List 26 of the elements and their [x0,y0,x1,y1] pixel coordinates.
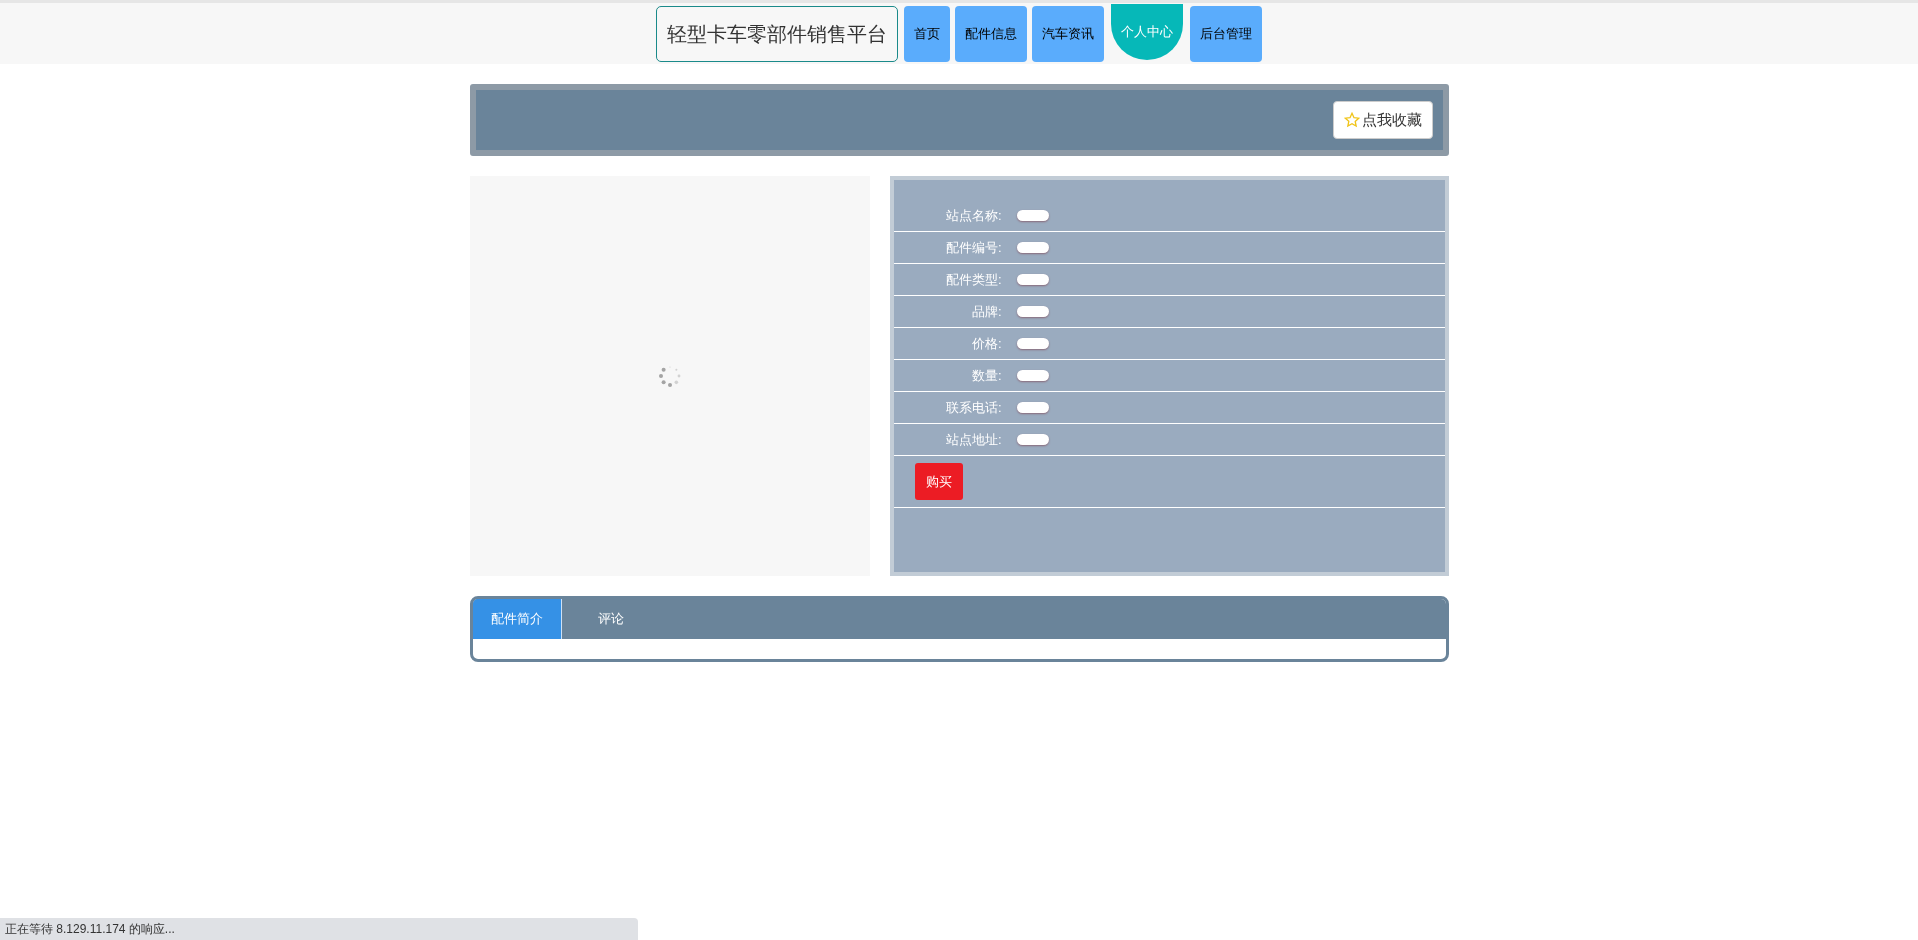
star-icon [1343,112,1360,128]
favorite-button[interactable]: 点我收藏 [1332,101,1433,139]
value-pill [1016,338,1049,349]
field-label: 联系电话: [944,398,1002,417]
value-pill [1016,306,1049,317]
site-title: 轻型卡车零部件销售平台 [656,5,898,62]
field-label: 数量: [970,366,1002,385]
field-label: 配件类型: [944,270,1002,289]
buy-button[interactable]: 购买 [914,463,963,500]
value-pill [1016,370,1049,381]
field-label: 配件编号: [944,238,1002,257]
nav-tab[interactable]: 后台管理 [1190,5,1262,62]
nav-tab[interactable]: 首页 [904,5,950,62]
nav-tab[interactable]: 汽车资讯 [1032,5,1104,62]
nav-tab[interactable]: 配件信息 [955,5,1027,62]
field-label: 站点地址: [944,430,1002,449]
value-pill [1016,274,1049,285]
value-pill [1016,402,1049,413]
field-label: 品牌: [970,302,1002,321]
status-bar: 正在等待 8.129.11.174 的响应... [0,918,638,940]
value-pill [1016,242,1049,253]
tab[interactable]: 评论 [561,599,660,639]
value-pill [1016,434,1049,445]
value-pill [1016,210,1049,221]
field-label: 站点名称: [944,206,1002,225]
field-label: 价格: [970,334,1002,353]
